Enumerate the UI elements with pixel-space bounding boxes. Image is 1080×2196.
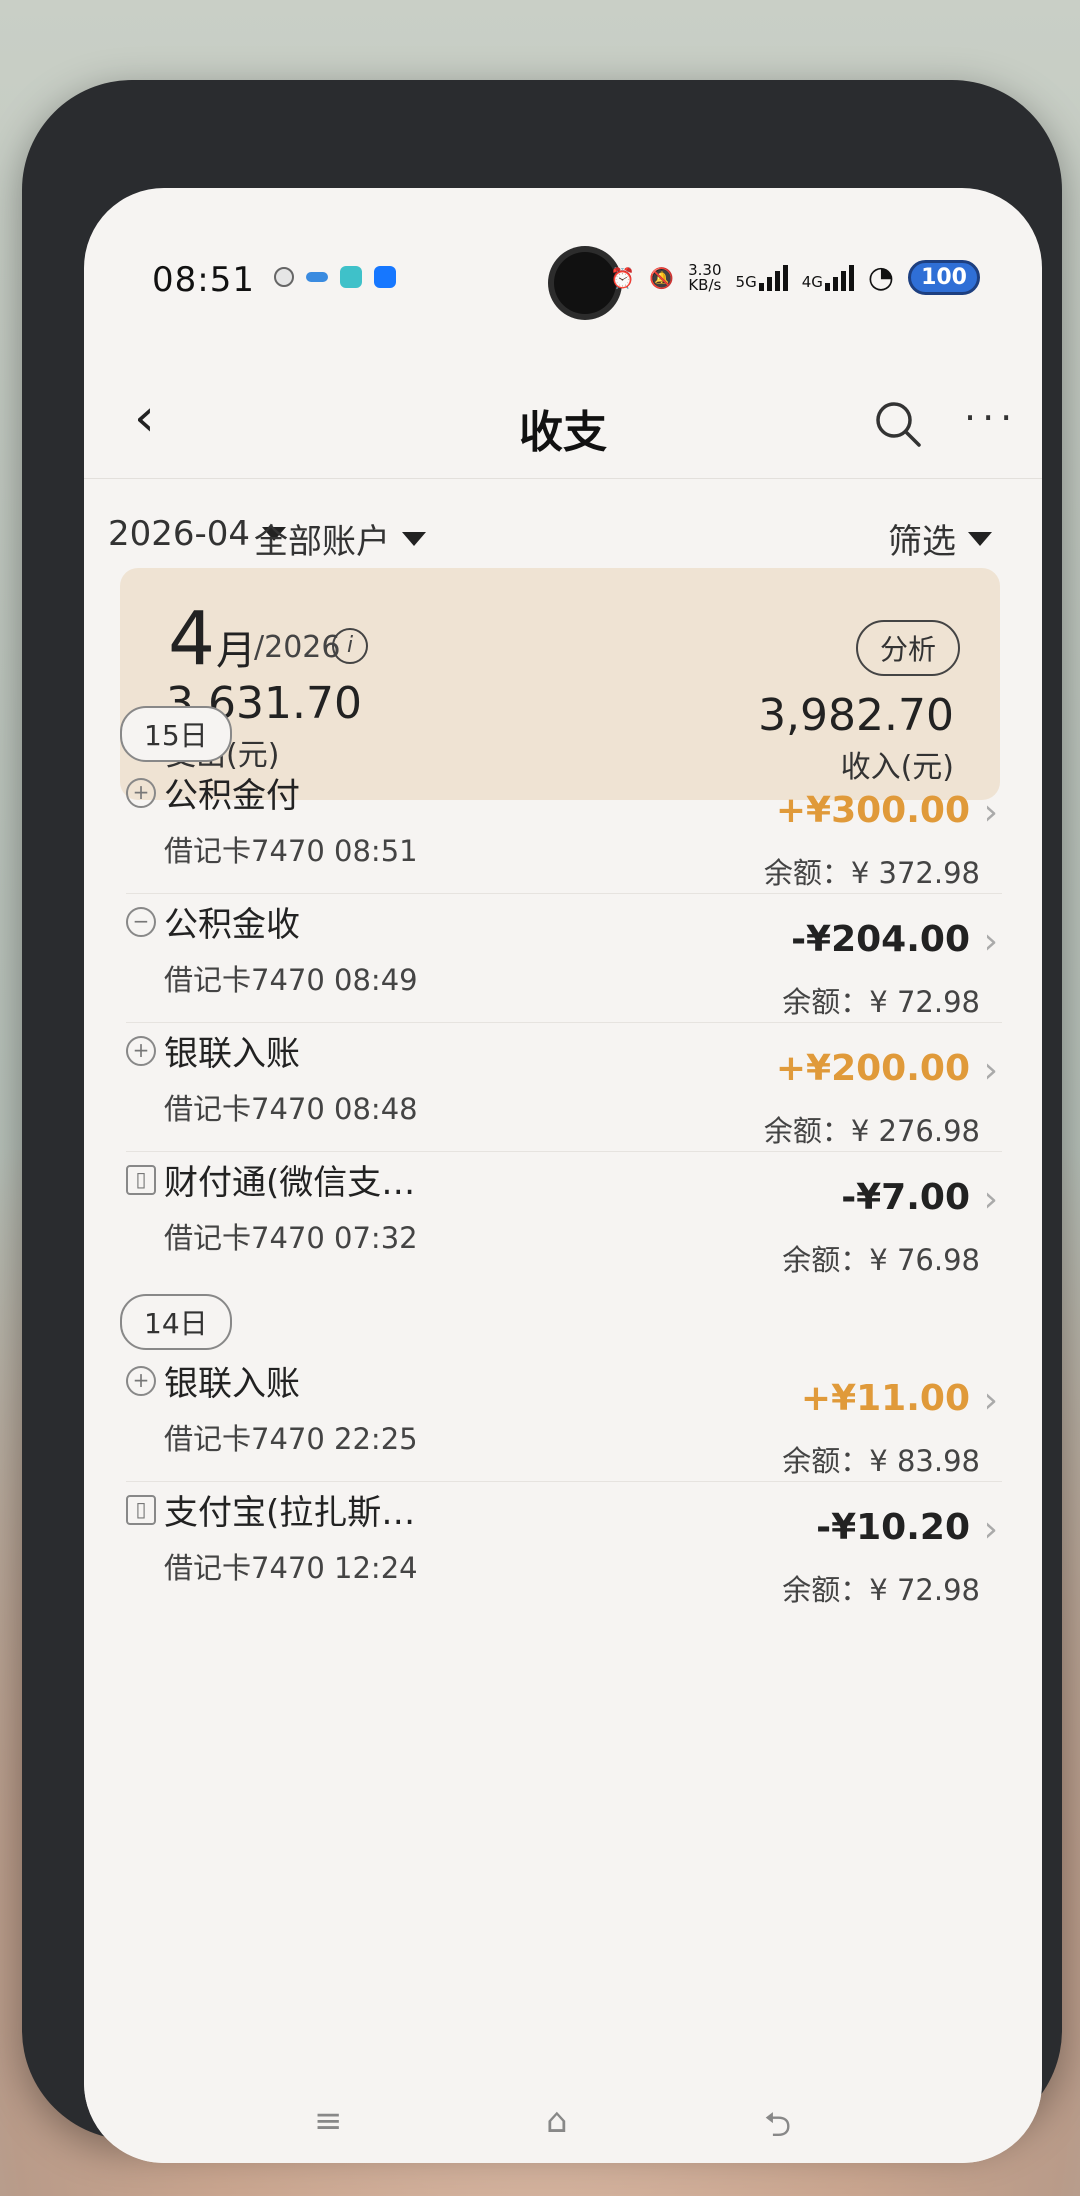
- transaction-account-time: 借记卡7470 12:24: [164, 1551, 418, 1585]
- transaction-name: 银联入账: [164, 1364, 300, 1404]
- account-selector[interactable]: 全部账户: [254, 514, 426, 563]
- transaction-balance: 余额：¥ 76.98: [782, 1243, 980, 1277]
- chevron-right-icon: ›: [983, 1509, 998, 1550]
- transaction-name: 公积金付: [164, 776, 300, 816]
- plus-circle-icon: +: [126, 1036, 156, 1066]
- transaction-balance: 余额：¥ 72.98: [782, 1573, 980, 1607]
- filter-label: 筛选: [888, 522, 956, 562]
- signal-bars-icon: [758, 264, 788, 291]
- date-chip: 14日: [120, 1294, 232, 1350]
- filter-button[interactable]: 筛选: [888, 514, 992, 563]
- transaction-balance: 余额：¥ 276.98: [763, 1114, 980, 1148]
- signal-5g: 5G: [736, 264, 788, 291]
- transaction-row[interactable]: ▯ 财付通(微信支… 借记卡7470 07:32 -¥7.00 › 余额：¥ 7…: [84, 1151, 1042, 1277]
- chevron-right-icon: ›: [983, 792, 998, 833]
- summary-month: 4: [168, 596, 216, 682]
- transaction-amount: -¥10.20: [816, 1507, 970, 1548]
- transaction-amount: +¥200.00: [775, 1048, 970, 1089]
- transaction-name: 财付通(微信支…: [164, 1163, 416, 1203]
- chevron-right-icon: ›: [983, 1050, 998, 1091]
- transaction-row[interactable]: − 公积金收 借记卡7470 08:49 -¥204.00 › 余额：¥ 72.…: [84, 893, 1042, 1023]
- transaction-row[interactable]: + 银联入账 借记卡7470 22:25 +¥11.00 › 余额：¥ 83.9…: [84, 1352, 1042, 1482]
- status-icons: ⏰ 🔕 3.30 KB/s 5G 4G ◔ 100: [610, 260, 980, 295]
- transaction-account-time: 借记卡7470 08:51: [164, 834, 418, 868]
- caret-down-icon: [402, 531, 426, 546]
- battery-indicator: 100: [908, 260, 980, 295]
- system-nav-bar: ≡ ⌂ ⮌: [84, 2083, 1042, 2163]
- menu-icon[interactable]: ≡: [314, 2101, 343, 2141]
- network-speed: 3.30 KB/s: [688, 260, 722, 294]
- alipay-icon: [374, 266, 396, 288]
- status-bar: 08:51 ⏰ 🔕 3.30 KB/s 5G 4G ◔ 100: [84, 188, 1042, 314]
- shop-icon: ▯: [126, 1495, 156, 1525]
- summary-month-unit: 月: [216, 628, 256, 674]
- signal-4g: 4G: [802, 264, 854, 291]
- header-divider: [84, 478, 1042, 479]
- transaction-name: 银联入账: [164, 1034, 300, 1074]
- notification-icon: [306, 272, 328, 282]
- summary-year: /2026: [254, 630, 341, 665]
- transaction-balance: 余额：¥ 72.98: [782, 985, 980, 1019]
- more-options-button[interactable]: ···: [964, 396, 1018, 440]
- transaction-amount: +¥300.00: [775, 790, 970, 831]
- front-camera: [554, 252, 616, 314]
- plus-circle-icon: +: [126, 1366, 156, 1396]
- mute-icon: 🔕: [649, 265, 675, 290]
- transaction-balance: 余额：¥ 83.98: [782, 1444, 980, 1478]
- transaction-account-time: 借记卡7470 08:49: [164, 963, 418, 997]
- chevron-right-icon: ›: [983, 921, 998, 962]
- transaction-balance: 余额：¥ 372.98: [763, 856, 980, 890]
- chevron-right-icon: ›: [983, 1380, 998, 1421]
- transaction-amount: -¥7.00: [841, 1177, 970, 1218]
- info-icon[interactable]: i: [332, 628, 368, 664]
- income-amount: 3,982.70: [758, 690, 954, 741]
- transaction-account-time: 借记卡7470 08:48: [164, 1092, 418, 1126]
- shop-icon: ▯: [126, 1165, 156, 1195]
- transaction-amount: -¥204.00: [791, 919, 970, 960]
- transaction-name: 公积金收: [164, 905, 300, 945]
- transaction-row[interactable]: ▯ 支付宝(拉扎斯… 借记卡7470 12:24 -¥10.20 › 余额：¥ …: [84, 1481, 1042, 1607]
- search-icon[interactable]: [872, 398, 924, 450]
- transaction-row[interactable]: + 银联入账 借记卡7470 08:48 +¥200.00 › 余额：¥ 276…: [84, 1022, 1042, 1152]
- transaction-account-time: 借记卡7470 07:32: [164, 1221, 418, 1255]
- plus-circle-icon: +: [126, 778, 156, 808]
- notification-icon: [274, 267, 294, 287]
- back-nav-icon[interactable]: ⮌: [764, 2101, 791, 2158]
- transaction-name: 支付宝(拉扎斯…: [164, 1493, 416, 1533]
- caret-down-icon: [968, 531, 992, 546]
- notification-icons: [274, 266, 396, 288]
- alarm-icon: ⏰: [610, 265, 636, 290]
- account-selector-label: 全部账户: [254, 522, 390, 562]
- signal-bars-icon: [824, 264, 854, 291]
- minus-circle-icon: −: [126, 907, 156, 937]
- date-chip: 15日: [120, 706, 232, 762]
- analyze-button[interactable]: 分析: [855, 620, 960, 676]
- home-icon[interactable]: ⌂: [546, 2101, 568, 2141]
- chevron-right-icon: ›: [983, 1179, 998, 1220]
- transaction-amount: +¥11.00: [800, 1378, 970, 1419]
- phone-screen: 08:51 ⏰ 🔕 3.30 KB/s 5G 4G ◔ 100 ‹ 收支 ··· …: [84, 188, 1042, 2163]
- wifi-icon: ◔: [867, 260, 895, 295]
- notification-icon: [340, 266, 362, 288]
- phone-frame: 08:51 ⏰ 🔕 3.30 KB/s 5G 4G ◔ 100 ‹ 收支 ··· …: [22, 80, 1062, 2163]
- transaction-account-time: 借记卡7470 22:25: [164, 1422, 418, 1456]
- status-time: 08:51: [152, 260, 255, 300]
- transaction-row[interactable]: + 公积金付 借记卡7470 08:51 +¥300.00 › 余额：¥ 372…: [84, 764, 1042, 894]
- month-selector-label: 2026-04: [108, 514, 251, 554]
